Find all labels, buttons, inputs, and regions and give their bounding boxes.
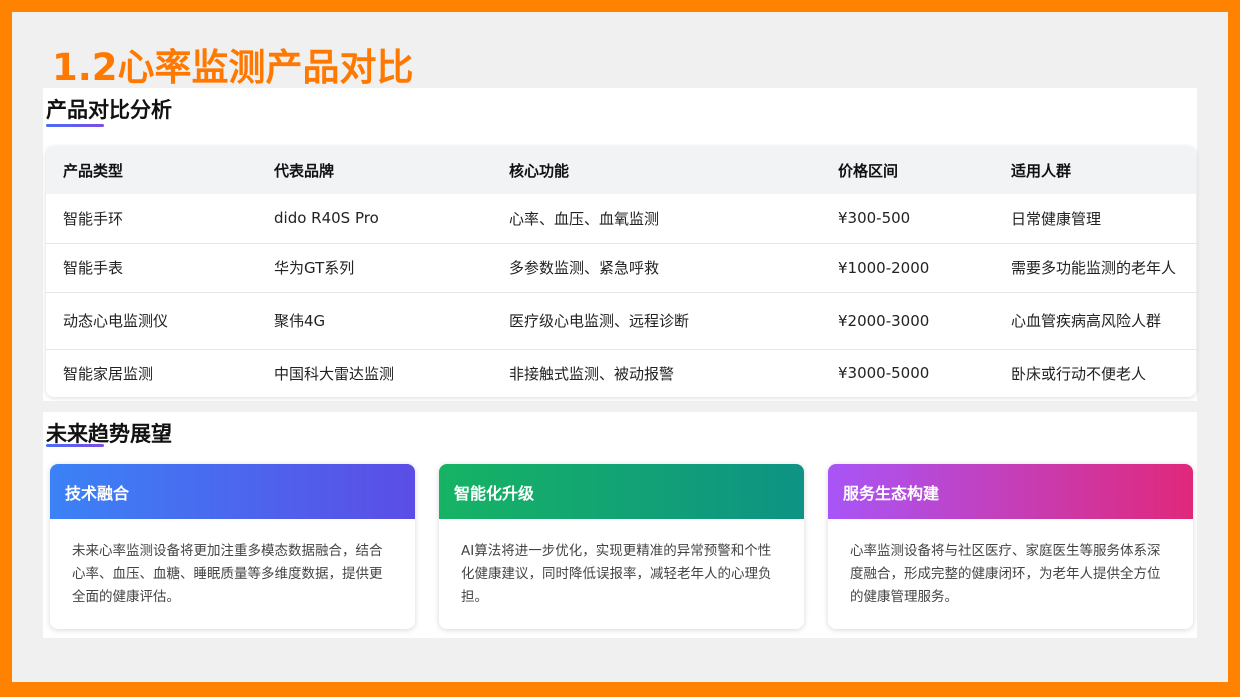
comparison-table-card: 产品类型 代表品牌 核心功能 价格区间 适用人群 智能手环 dido R40S …	[46, 146, 1196, 397]
table-cell: 非接触式监测、被动报警	[509, 364, 675, 383]
comparison-heading: 产品对比分析	[46, 98, 172, 122]
table-cell: ¥300-500	[838, 209, 911, 228]
column-header: 适用人群	[1011, 161, 1072, 180]
table-cell: 动态心电监测仪	[63, 312, 169, 330]
table-cell: 心血管疾病高风险人群	[1011, 312, 1162, 330]
column-header: 核心功能	[509, 161, 570, 180]
trend-card-text: AI算法将进一步优化，实现更精准的异常预警和个性化健康建议，同时降低误报率，减轻…	[461, 543, 772, 605]
trend-card-title: 智能化升级	[439, 464, 804, 519]
table-cell: ¥1000-2000	[838, 258, 930, 277]
comparison-section: 产品对比分析 产品类型 代表品牌 核心功能 价格区间 适用人群 智能手环 did…	[43, 88, 1197, 401]
trend-card-service-ecosystem: 服务生态构建 心率监测设备将与社区医疗、家庭医生等服务体系深度融合，形成完整的健…	[828, 464, 1193, 629]
trend-card-text: 心率监测设备将与社区医疗、家庭医生等服务体系深度融合，形成完整的健康闭环，为老年…	[850, 543, 1161, 605]
table-cell: 多参数监测、紧急呼救	[509, 259, 660, 277]
table-cell: 聚伟4G	[274, 312, 326, 330]
table-cell: 心率、血压、血氧监测	[509, 209, 660, 228]
table-cell: 智能手表	[63, 259, 124, 277]
table-cell: 智能家居监测	[63, 364, 154, 383]
table-cell: 中国科大雷达监测	[274, 364, 395, 383]
column-header: 价格区间	[838, 161, 899, 180]
table-cell: 智能手环	[63, 209, 124, 228]
column-header: 代表品牌	[274, 161, 335, 180]
table-cell: dido R40S Pro	[274, 209, 379, 228]
trends-section: 未来趋势展望 技术融合 未来心率监测设备将更加注重多模态数据融合，结合心率、血压…	[43, 412, 1197, 638]
table-row: 智能手环 dido R40S Pro 心率、血压、血氧监测 ¥300-500 日…	[46, 194, 1196, 243]
trend-card-text: 未来心率监测设备将更加注重多模态数据融合，结合心率、血压、血糖、睡眠质量等多维度…	[72, 543, 383, 605]
table-cell: 日常健康管理	[1011, 209, 1102, 228]
trend-card-title: 服务生态构建	[828, 464, 1193, 519]
heading-underline	[46, 444, 104, 447]
slide: 1.2心率监测产品对比 产品对比分析 产品类型 代表品牌 核心功能 价格区间 适…	[12, 12, 1228, 682]
table-cell: 华为GT系列	[274, 259, 355, 277]
heading-underline	[46, 124, 104, 127]
trend-card-tech-fusion: 技术融合 未来心率监测设备将更加注重多模态数据融合，结合心率、血压、血糖、睡眠质…	[50, 464, 415, 629]
table-row: 智能手表 华为GT系列 多参数监测、紧急呼救 ¥1000-2000 需要多功能监…	[46, 243, 1196, 292]
table-row: 智能家居监测 中国科大雷达监测 非接触式监测、被动报警 ¥3000-5000 卧…	[46, 349, 1196, 397]
table-cell: 卧床或行动不便老人	[1011, 364, 1147, 383]
trend-card-smart-upgrade: 智能化升级 AI算法将进一步优化，实现更精准的异常预警和个性化健康建议，同时降低…	[439, 464, 804, 629]
table-row: 动态心电监测仪 聚伟4G 医疗级心电监测、远程诊断 ¥2000-3000 心血管…	[46, 292, 1196, 349]
column-header: 产品类型	[63, 161, 124, 180]
table-cell: 医疗级心电监测、远程诊断	[509, 312, 690, 330]
table-cell: ¥2000-3000	[838, 311, 930, 330]
trend-card-title: 技术融合	[50, 464, 415, 519]
table-cell: ¥3000-5000	[838, 364, 930, 383]
page-title: 1.2心率监测产品对比	[52, 46, 414, 89]
comparison-table: 产品类型 代表品牌 核心功能 价格区间 适用人群 智能手环 dido R40S …	[46, 146, 1196, 397]
table-header-row: 产品类型 代表品牌 核心功能 价格区间 适用人群	[46, 146, 1196, 194]
table-cell: 需要多功能监测的老年人	[1011, 259, 1177, 277]
